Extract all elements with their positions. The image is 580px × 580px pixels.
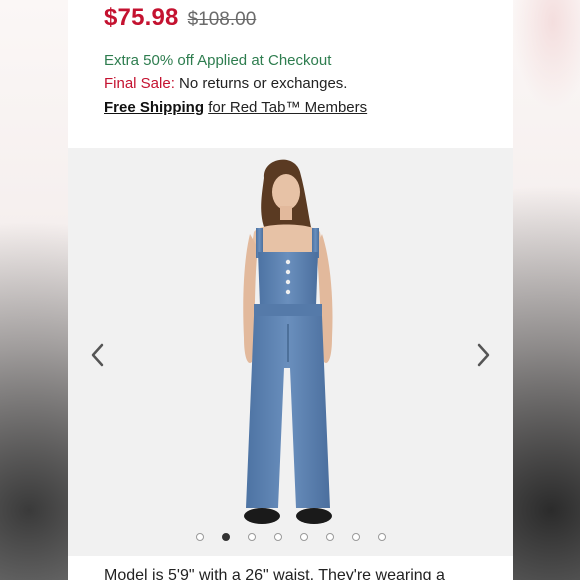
free-shipping-link[interactable]: Free Shipping <box>104 99 204 116</box>
gallery-prev-button[interactable] <box>84 338 110 372</box>
gallery-dot[interactable] <box>247 533 256 541</box>
gallery-dot[interactable] <box>325 533 334 541</box>
original-price: $108.00 <box>187 9 257 30</box>
model-description: Model is 5'9" with a 26" waist. They're … <box>104 567 445 580</box>
gallery-dot[interactable] <box>377 533 386 541</box>
background-tint <box>512 0 580 110</box>
final-sale-label: Final Sale: <box>104 75 175 92</box>
gallery-dot[interactable] <box>299 533 308 541</box>
gallery-next-button[interactable] <box>471 338 497 372</box>
sale-price: $75.98 <box>104 4 179 31</box>
shipping-members-link[interactable]: for Red Tab™ Members <box>208 99 367 116</box>
final-sale-text: No returns or exchanges. <box>179 75 348 92</box>
gallery-dot[interactable] <box>273 533 282 541</box>
price-row: $75.98 $108.00 <box>104 4 256 32</box>
product-card: $75.98 $108.00 Extra 50% off Applied at … <box>68 0 513 580</box>
gallery-pagination <box>68 533 513 541</box>
chevron-left-icon <box>91 343 104 367</box>
shipping-notice: Free Shipping for Red Tab™ Members <box>104 99 367 116</box>
gallery-dot[interactable] <box>221 533 230 541</box>
product-photo <box>243 159 333 524</box>
final-sale-notice: Final Sale: No returns or exchanges. <box>104 75 347 92</box>
chevron-right-icon <box>477 343 490 367</box>
promo-text: Extra 50% off Applied at Checkout <box>104 52 332 69</box>
product-image-gallery[interactable] <box>68 148 513 556</box>
gallery-dot[interactable] <box>195 533 204 541</box>
gallery-dot[interactable] <box>351 533 360 541</box>
